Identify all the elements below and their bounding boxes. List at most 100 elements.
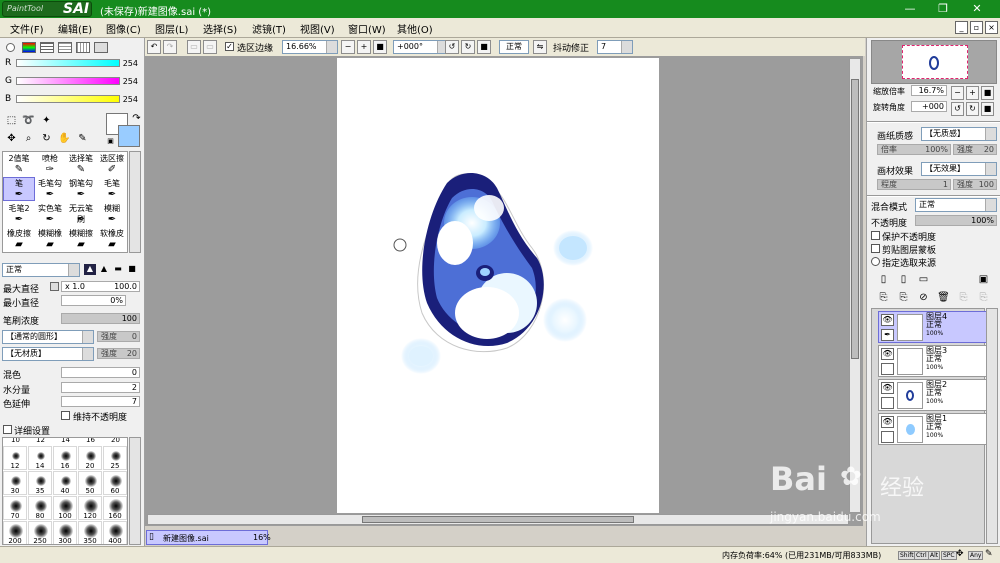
layer-opacity-field[interactable]: 100%	[915, 215, 997, 226]
zoom-out-icon[interactable]: −	[341, 40, 355, 54]
brush-shape-flat-icon[interactable]: ▬	[112, 264, 124, 275]
paper-effect-select[interactable]: 【无效果】	[921, 162, 997, 176]
blue-slider[interactable]	[16, 95, 120, 103]
hsv-slider-icon[interactable]	[40, 42, 54, 53]
tool-blur-erase[interactable]: 模糊擦 ▰	[65, 227, 97, 251]
move-icon[interactable]: ✥	[5, 132, 18, 145]
tool-brush-outline[interactable]: 毛笔勾 ✒	[34, 177, 66, 201]
layer-row[interactable]: 👁 图层3 正常 100%	[878, 345, 988, 377]
zoom-in-icon[interactable]: +	[357, 40, 371, 54]
persist-field[interactable]: 7	[61, 396, 140, 407]
nav-zoom-in-icon[interactable]: +	[966, 86, 979, 100]
horizontal-scrollbar[interactable]	[147, 514, 849, 525]
flip-icon[interactable]: ⇋	[533, 40, 547, 54]
close-button[interactable]: ✕	[962, 0, 992, 18]
brush-size-cell[interactable]: 400	[103, 521, 127, 544]
delete-layer-icon[interactable]: 🗑	[937, 291, 950, 304]
nav-zoom-out-icon[interactable]: −	[951, 86, 964, 100]
menu-window[interactable]: 窗口(W)	[348, 21, 386, 36]
redo-icon[interactable]: ↷	[163, 40, 177, 54]
rotate-right-icon[interactable]: ↻	[461, 40, 475, 54]
layer-select-box[interactable]	[881, 363, 894, 375]
menu-select[interactable]: 选择(S)	[203, 21, 237, 36]
brush-size-cell[interactable]: 30	[3, 471, 27, 495]
zoom-select[interactable]: 16.66%	[282, 40, 338, 54]
tool-brush2[interactable]: 毛笔2 ✒	[3, 202, 35, 226]
brush-size-cell[interactable]: 40	[53, 471, 77, 495]
mdi-close-icon[interactable]: ×	[985, 21, 998, 34]
secondary-color-swatch[interactable]	[118, 125, 140, 147]
stabilizer-select[interactable]: 7	[597, 40, 633, 54]
red-slider[interactable]	[16, 59, 120, 67]
tool-blur-eraser[interactable]: 模糊橡 ▰	[34, 227, 66, 251]
layer-row[interactable]: 👁 图层2 正常 100%	[878, 379, 988, 411]
brush-size-cell[interactable]: 120	[78, 496, 102, 520]
texture-strength-field[interactable]: 强度 20	[97, 348, 140, 359]
layer-mask-icon[interactable]: ▣	[977, 273, 990, 286]
brush-size-cell[interactable]: 20	[78, 446, 102, 470]
brush-size-cell[interactable]: 200	[3, 521, 27, 544]
tool-airbrush[interactable]: 喷枪 ✑	[34, 152, 66, 176]
tool-cloud-brush[interactable]: 无云笔刷 ✒	[65, 202, 97, 226]
eyedropper-icon[interactable]: ✎	[76, 132, 89, 145]
brush-texture-select[interactable]: 【无材质】	[2, 347, 94, 361]
swatches-icon[interactable]	[58, 42, 72, 53]
green-slider[interactable]	[16, 77, 120, 85]
brush-size-cell[interactable]: 25	[103, 446, 127, 470]
layer-blend-select[interactable]: 正常	[915, 198, 997, 212]
paper-texture-select[interactable]: 【无质感】	[921, 127, 997, 141]
brush-shape-square-icon[interactable]: ■	[126, 264, 138, 275]
tool-pen-outline[interactable]: 钢笔勾 ✒	[65, 177, 97, 201]
merge-down-icon[interactable]: ⎘	[897, 291, 910, 304]
scratchpad-icon[interactable]	[94, 42, 108, 53]
nav-angle-field[interactable]: +000	[911, 101, 947, 112]
navigator-viewport[interactable]	[902, 45, 968, 79]
brush-palette-scrollbar[interactable]	[129, 437, 141, 545]
horizontal-scroll-thumb[interactable]	[362, 516, 634, 523]
blend-select[interactable]: 正常	[499, 40, 529, 54]
menu-view[interactable]: 视图(V)	[300, 21, 335, 36]
new-folder-icon[interactable]: ▭	[917, 273, 930, 286]
mdi-restore-icon[interactable]: ▫	[970, 21, 983, 34]
menu-edit[interactable]: 编辑(E)	[58, 21, 92, 36]
zoom-tool-icon[interactable]: ⌕	[22, 132, 35, 145]
magic-wand-icon[interactable]: ✦	[40, 114, 53, 127]
nav-rotate-reset-icon[interactable]: ■	[981, 102, 994, 116]
menu-image[interactable]: 图像(C)	[106, 21, 141, 36]
copy-layer-icon[interactable]: ⎘	[877, 291, 890, 304]
brush-size-cell[interactable]: 50	[78, 471, 102, 495]
tool-eraser[interactable]: 橡皮擦 ▰	[3, 227, 35, 251]
effect-width-field[interactable]: 程度 1	[877, 179, 951, 190]
brush-mode-select[interactable]: 正常	[2, 263, 80, 277]
tool-soft-eraser[interactable]: 软橡皮 ▰	[96, 227, 128, 251]
rotation-select[interactable]: +000°	[393, 40, 449, 54]
tool-pen[interactable]: 笔 ✒	[3, 177, 35, 201]
menu-layer[interactable]: 图层(L)	[155, 21, 188, 36]
brush-size-cell[interactable]: 350	[78, 521, 102, 544]
brush-shape-sharp-icon[interactable]: ▲	[84, 264, 96, 275]
document-tab[interactable]: ▯ 新建图像.sai 16%	[146, 530, 271, 545]
tool-select-pen[interactable]: 选择笔 ✎	[65, 152, 97, 176]
brush-size-cell[interactable]: 100	[53, 496, 77, 520]
tool-brush[interactable]: 毛笔 ✒	[96, 177, 128, 201]
brush-size-cell[interactable]: 12	[3, 446, 27, 470]
tool-binary-pen[interactable]: 2值笔 ✎	[3, 152, 35, 176]
eye-icon[interactable]: 👁	[881, 314, 894, 326]
nav-zoom-reset-icon[interactable]: ■	[981, 86, 994, 100]
undo-icon[interactable]: ↶	[147, 40, 161, 54]
canvas-sheet[interactable]	[337, 58, 659, 513]
effect-strength-field[interactable]: 强度 100	[953, 179, 997, 190]
eye-icon[interactable]: 👁	[881, 416, 894, 428]
vertical-scroll-thumb[interactable]	[851, 79, 859, 359]
rotate-tool-icon[interactable]: ↻	[40, 132, 53, 145]
lasso-icon[interactable]: ➰	[22, 114, 35, 127]
color-wheel-icon[interactable]	[6, 43, 15, 52]
brush-size-cell[interactable]: 160	[103, 496, 127, 520]
water-field[interactable]: 2	[61, 382, 140, 393]
density-field[interactable]: 100	[61, 313, 140, 324]
vertical-scrollbar[interactable]	[849, 58, 861, 513]
brush-size-cell[interactable]: 80	[28, 496, 52, 520]
layer-list-scrollbar[interactable]	[986, 308, 998, 544]
new-layer-icon[interactable]: ▯	[877, 273, 890, 286]
rotate-left-icon[interactable]: ↺	[445, 40, 459, 54]
